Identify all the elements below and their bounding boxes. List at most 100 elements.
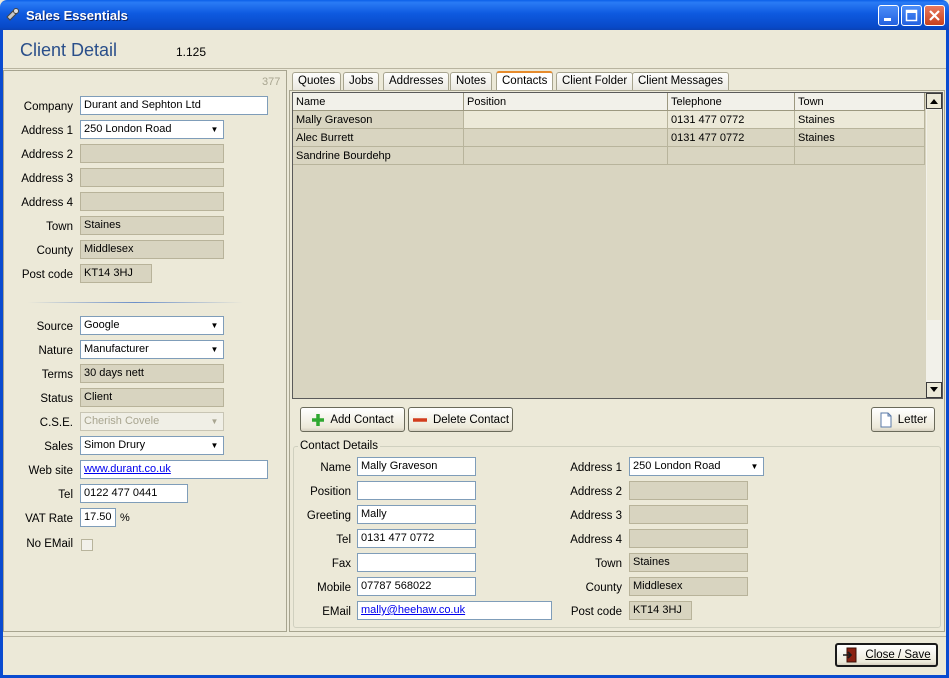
contact-address3-input[interactable] [629,505,748,524]
cell-town-1[interactable]: Staines [795,111,925,129]
contact-tel-input[interactable]: 0131 477 0772 [357,529,476,548]
contact-mobile-label: Mobile [317,582,351,594]
status-input[interactable]: Client [80,388,224,407]
contact-email-input[interactable]: mally@heehaw.co.uk [357,601,552,620]
cell-position-1[interactable] [464,111,668,129]
town-label: Town [46,221,73,233]
address4-label: Address 4 [21,197,73,209]
contact-town-input[interactable]: Staines [629,553,748,572]
cell-telephone-2[interactable]: 0131 477 0772 [668,129,795,147]
company-input[interactable]: Durant and Sephton Ltd [80,96,268,115]
contact-details-title: Contact Details [298,440,380,452]
nature-value: Manufacturer [84,343,149,355]
page-title: Client Detail [20,40,118,60]
column-header-town[interactable]: Town [795,93,925,111]
column-header-telephone[interactable]: Telephone [668,93,795,111]
app-icon [6,8,19,21]
chevron-down-icon[interactable]: ▼ [207,342,222,357]
noemail-checkbox[interactable] [81,539,93,551]
sales-label: Sales [44,441,73,453]
exit-door-icon [843,647,857,663]
contact-position-input[interactable] [357,481,476,500]
contact-address2-label: Address 2 [570,486,622,498]
cell-town-3[interactable] [795,147,925,165]
vat-unit: % [120,512,130,524]
chevron-down-icon[interactable]: ▼ [207,122,222,137]
minus-icon [412,417,427,422]
vat-label: VAT Rate [25,513,73,525]
address1-select[interactable]: 250 London Road ▼ [80,120,224,139]
section-divider [28,302,243,303]
website-input[interactable]: www.durant.co.uk [80,460,268,479]
address1-label: Address 1 [21,125,73,137]
contact-address2-input[interactable] [629,481,748,500]
address4-input[interactable] [80,192,224,211]
tab-client-folder[interactable]: Client Folder [556,72,634,91]
cell-telephone-3[interactable] [668,147,795,165]
county-input[interactable]: Middlesex [80,240,224,259]
contact-postcode-input[interactable]: KT14 3HJ [629,601,692,620]
contact-town-label: Town [595,558,622,570]
chevron-down-icon[interactable]: ▼ [207,438,222,453]
source-select[interactable]: Google ▼ [80,316,224,335]
cell-position-3[interactable] [464,147,668,165]
add-contact-button[interactable]: Add Contact [300,407,405,432]
tab-addresses[interactable]: Addresses [383,72,450,91]
cell-telephone-1[interactable]: 0131 477 0772 [668,111,795,129]
chevron-down-icon[interactable]: ▼ [207,318,222,333]
header-divider [3,68,946,69]
title-bar[interactable] [0,0,949,30]
tab-jobs[interactable]: Jobs [343,72,380,91]
cell-name-3[interactable]: Sandrine Bourdehp [293,147,464,165]
sales-select[interactable]: Simon Drury ▼ [80,436,224,455]
vat-input[interactable]: 17.50 [80,508,116,527]
company-label: Company [23,101,73,113]
contact-fax-input[interactable] [357,553,476,572]
address2-input[interactable] [80,144,224,163]
arrow-down-icon [930,387,938,392]
maximize-button[interactable] [901,5,922,26]
record-id: 377 [262,76,281,88]
version-label: 1.125 [176,45,207,59]
scroll-track[interactable] [927,110,941,320]
contact-address4-input[interactable] [629,529,748,548]
minimize-icon [884,18,891,21]
chevron-down-icon: ▼ [210,417,219,426]
postcode-input[interactable]: KT14 3HJ [80,264,152,283]
cell-name-1[interactable]: Mally Graveson [293,111,464,129]
contact-name-input[interactable]: Mally Graveson [357,457,476,476]
tab-client-messages[interactable]: Client Messages [632,72,730,91]
letter-button[interactable]: Letter [871,407,935,432]
contact-address1-select[interactable]: 250 London Road ▼ [629,457,764,476]
address3-input[interactable] [80,168,224,187]
scroll-down-button[interactable] [926,382,942,398]
contact-greeting-input[interactable]: Mally [357,505,476,524]
tab-quotes[interactable]: Quotes [292,72,342,91]
contacts-grid[interactable]: Name Position Telephone Town Mally Grave… [292,92,943,399]
contact-address4-label: Address 4 [570,534,622,546]
cell-town-2[interactable]: Staines [795,129,925,147]
scroll-up-button[interactable] [926,93,942,109]
minimize-button[interactable] [878,5,899,26]
arrow-up-icon [930,99,938,104]
contact-mobile-input[interactable]: 07787 568022 [357,577,476,596]
postcode-label: Post code [21,269,73,281]
cell-name-2[interactable]: Alec Burrett [293,129,464,147]
nature-select[interactable]: Manufacturer ▼ [80,340,224,359]
grid-scrollbar[interactable] [925,93,942,398]
cell-position-2[interactable] [464,129,668,147]
close-window-button[interactable] [924,5,945,26]
town-input[interactable]: Staines [80,216,224,235]
close-save-label: Close / Save [865,649,931,661]
close-save-button[interactable]: Close / Save [835,643,938,667]
chevron-down-icon[interactable]: ▼ [747,459,762,474]
contact-county-input[interactable]: Middlesex [629,577,748,596]
delete-contact-button[interactable]: Delete Contact [408,407,513,432]
contact-postcode-label: Post code [570,606,622,618]
column-header-name[interactable]: Name [293,93,464,111]
terms-input[interactable]: 30 days nett [80,364,224,383]
tab-contacts[interactable]: Contacts [496,71,554,92]
column-header-position[interactable]: Position [464,93,668,111]
tab-notes[interactable]: Notes [450,72,493,91]
tel-input[interactable]: 0122 477 0441 [80,484,188,503]
